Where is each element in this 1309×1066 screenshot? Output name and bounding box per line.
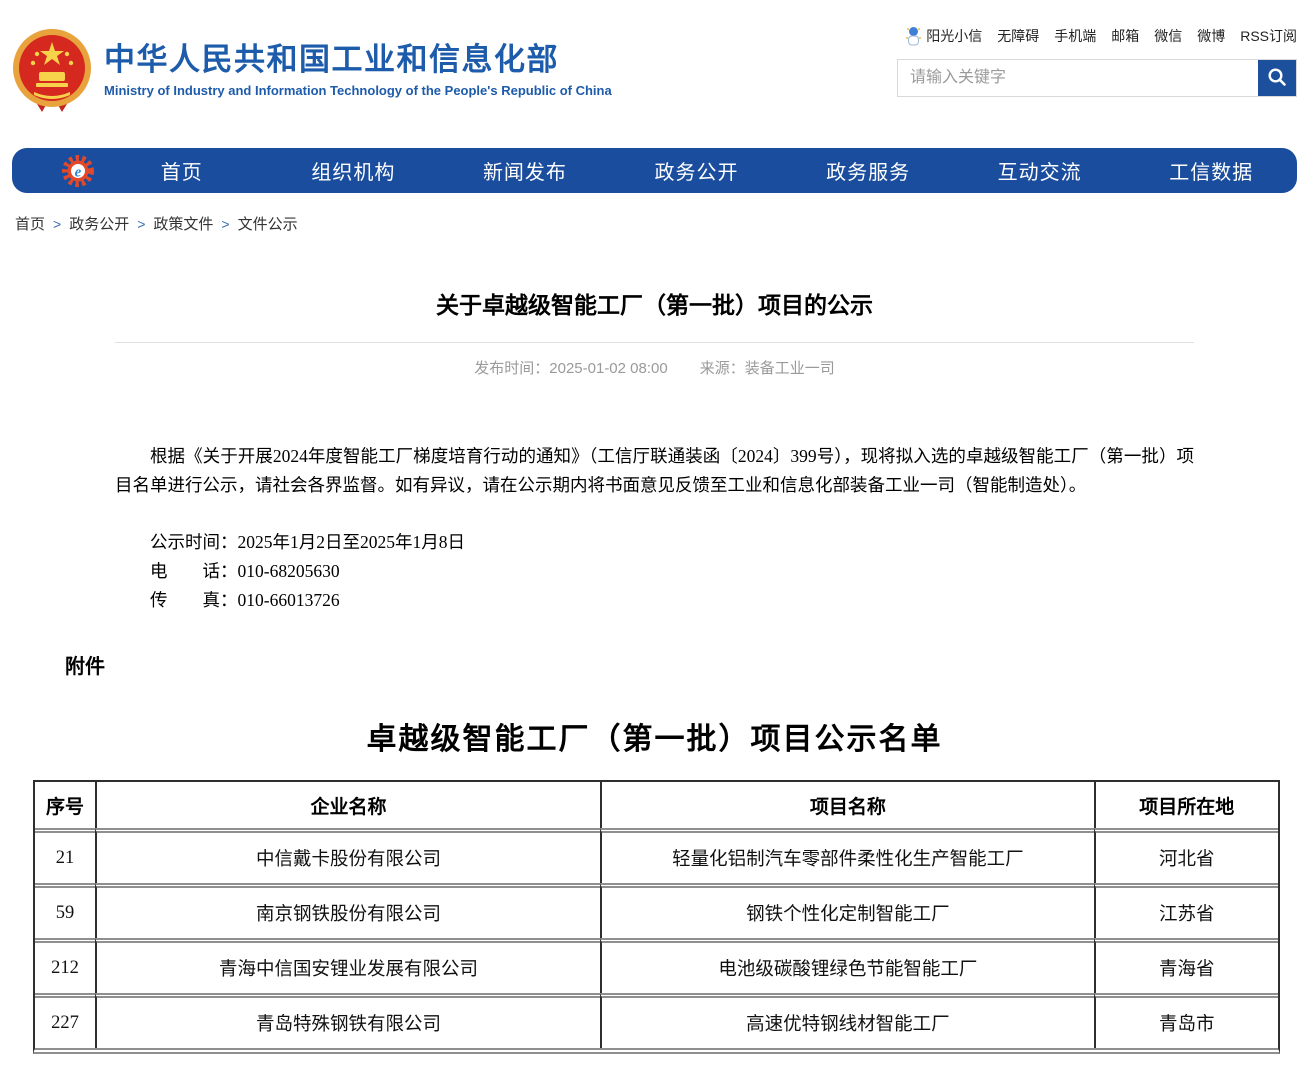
table-title: 卓越级智能工厂（第一批）项目公示名单 <box>12 714 1297 758</box>
breadcrumb: 首页 > 政务公开 > 政策文件 > 文件公示 <box>12 193 1297 234</box>
attachment-label: 附件 <box>65 650 1297 679</box>
header-right: 阳光小信 无障碍 手机端 邮箱 微信 微博 RSS订阅 <box>897 26 1297 97</box>
table-header-row: 序号 企业名称 项目名称 项目所在地 <box>35 782 1278 828</box>
article-source: 来源：装备工业一司 <box>700 357 835 378</box>
site-header: 中华人民共和国工业和信息化部 Ministry of Industry and … <box>12 0 1297 148</box>
brand-link[interactable]: 中华人民共和国工业和信息化部 Ministry of Industry and … <box>12 28 612 112</box>
title-divider <box>115 342 1194 343</box>
top-link-mail[interactable]: 邮箱 <box>1111 26 1139 46</box>
phone-line: 电 话：010-68205630 <box>115 557 1194 586</box>
col-header-index: 序号 <box>35 782 95 828</box>
table-cell: 南京钢铁股份有限公司 <box>95 883 600 938</box>
table-cell: 江苏省 <box>1094 883 1278 938</box>
col-header-company: 企业名称 <box>95 782 600 828</box>
table-row: 21中信戴卡股份有限公司轻量化铝制汽车零部件柔性化生产智能工厂河北省 <box>35 828 1278 883</box>
site-subtitle: Ministry of Industry and Information Tec… <box>104 83 612 98</box>
nav-item-organization[interactable]: 组织机构 <box>268 156 440 185</box>
top-links: 阳光小信 无障碍 手机端 邮箱 微信 微博 RSS订阅 <box>897 26 1297 46</box>
table-cell: 青岛特殊钢铁有限公司 <box>95 993 600 1048</box>
article-meta: 发布时间：2025-01-02 08:00 来源：装备工业一司 <box>12 357 1297 378</box>
article: 关于卓越级智能工厂（第一批）项目的公示 发布时间：2025-01-02 08:0… <box>12 286 1297 1054</box>
table-cell: 青海中信国安锂业发展有限公司 <box>95 938 600 993</box>
table-body: 21中信戴卡股份有限公司轻量化铝制汽车零部件柔性化生产智能工厂河北省59南京钢铁… <box>35 828 1278 1048</box>
search-button[interactable] <box>1258 60 1296 96</box>
main-nav: e 首页 组织机构 新闻发布 政务公开 政务服务 互动交流 工信数据 <box>12 148 1297 193</box>
table-cell: 青岛市 <box>1094 993 1278 1048</box>
nav-item-gov-disclosure[interactable]: 政务公开 <box>611 156 783 185</box>
table-cell: 高速优特钢线材智能工厂 <box>600 993 1093 1048</box>
table-cell: 中信戴卡股份有限公司 <box>95 828 600 883</box>
svg-text:e: e <box>75 164 82 180</box>
nav-item-interaction[interactable]: 互动交流 <box>954 156 1126 185</box>
fax-line: 传 真：010-66013726 <box>115 586 1194 615</box>
breadcrumb-home[interactable]: 首页 <box>15 216 45 233</box>
col-header-project: 项目名称 <box>600 782 1093 828</box>
gear-logo-icon[interactable]: e <box>60 153 96 189</box>
table-cell: 212 <box>35 938 95 993</box>
brand-text: 中华人民共和国工业和信息化部 Ministry of Industry and … <box>104 28 612 112</box>
announcement-paragraph: 根据《关于开展2024年度智能工厂梯度培育行动的通知》（工信厅联通装函〔2024… <box>115 442 1194 500</box>
nav-item-miit-data[interactable]: 工信数据 <box>1125 156 1297 185</box>
article-title: 关于卓越级智能工厂（第一批）项目的公示 <box>12 286 1297 320</box>
table-row: 212青海中信国安锂业发展有限公司电池级碳酸锂绿色节能智能工厂青海省 <box>35 938 1278 993</box>
top-link-wechat[interactable]: 微信 <box>1154 26 1182 46</box>
search-icon <box>1267 67 1287 90</box>
breadcrumb-gov-disclosure[interactable]: 政务公开 <box>69 216 129 233</box>
article-body: 根据《关于开展2024年度智能工厂梯度培育行动的通知》（工信厅联通装函〔2024… <box>115 442 1194 615</box>
nav-item-gov-services[interactable]: 政务服务 <box>782 156 954 185</box>
contact-block: 公示时间：2025年1月2日至2025年1月8日 电 话：010-6820563… <box>115 528 1194 615</box>
table-cell: 电池级碳酸锂绿色节能智能工厂 <box>600 938 1093 993</box>
site-title: 中华人民共和国工业和信息化部 <box>104 42 612 78</box>
breadcrumb-file-publicity[interactable]: 文件公示 <box>238 216 298 233</box>
project-table: 序号 企业名称 项目名称 项目所在地 21中信戴卡股份有限公司轻量化铝制汽车零部… <box>33 780 1280 1054</box>
page: 中华人民共和国工业和信息化部 Ministry of Industry and … <box>12 0 1297 1054</box>
col-header-location: 项目所在地 <box>1094 782 1278 828</box>
top-link-rss[interactable]: RSS订阅 <box>1240 26 1297 46</box>
table-cell: 21 <box>35 828 95 883</box>
publish-time: 发布时间：2025-01-02 08:00 <box>474 357 667 378</box>
nav-item-home[interactable]: 首页 <box>96 156 268 185</box>
table-cell: 轻量化铝制汽车零部件柔性化生产智能工厂 <box>600 828 1093 883</box>
table-header: 序号 企业名称 项目名称 项目所在地 <box>35 782 1278 828</box>
top-link-label: 阳光小信 <box>926 26 982 46</box>
breadcrumb-separator-icon: > <box>53 216 61 232</box>
notice-period: 公示时间：2025年1月2日至2025年1月8日 <box>115 528 1194 557</box>
table-cell: 钢铁个性化定制智能工厂 <box>600 883 1093 938</box>
table-cell: 河北省 <box>1094 828 1278 883</box>
table-cell: 227 <box>35 993 95 1048</box>
top-link-sunshine-xiaoxin[interactable]: 阳光小信 <box>905 26 982 46</box>
top-link-accessibility[interactable]: 无障碍 <box>997 26 1039 46</box>
top-link-mobile[interactable]: 手机端 <box>1054 26 1096 46</box>
breadcrumb-policy-files[interactable]: 政策文件 <box>153 216 213 233</box>
search-bar <box>897 59 1297 97</box>
table-row: 227青岛特殊钢铁有限公司高速优特钢线材智能工厂青岛市 <box>35 993 1278 1048</box>
nav-item-news[interactable]: 新闻发布 <box>439 156 611 185</box>
table-row: 59南京钢铁股份有限公司钢铁个性化定制智能工厂江苏省 <box>35 883 1278 938</box>
breadcrumb-separator-icon: > <box>137 216 145 232</box>
national-emblem-icon <box>12 28 92 112</box>
search-input[interactable] <box>898 60 1258 96</box>
breadcrumb-separator-icon: > <box>221 216 229 232</box>
table-cell: 青海省 <box>1094 938 1278 993</box>
table-cell: 59 <box>35 883 95 938</box>
xiaoxin-robot-icon <box>905 26 922 46</box>
top-link-weibo[interactable]: 微博 <box>1197 26 1225 46</box>
